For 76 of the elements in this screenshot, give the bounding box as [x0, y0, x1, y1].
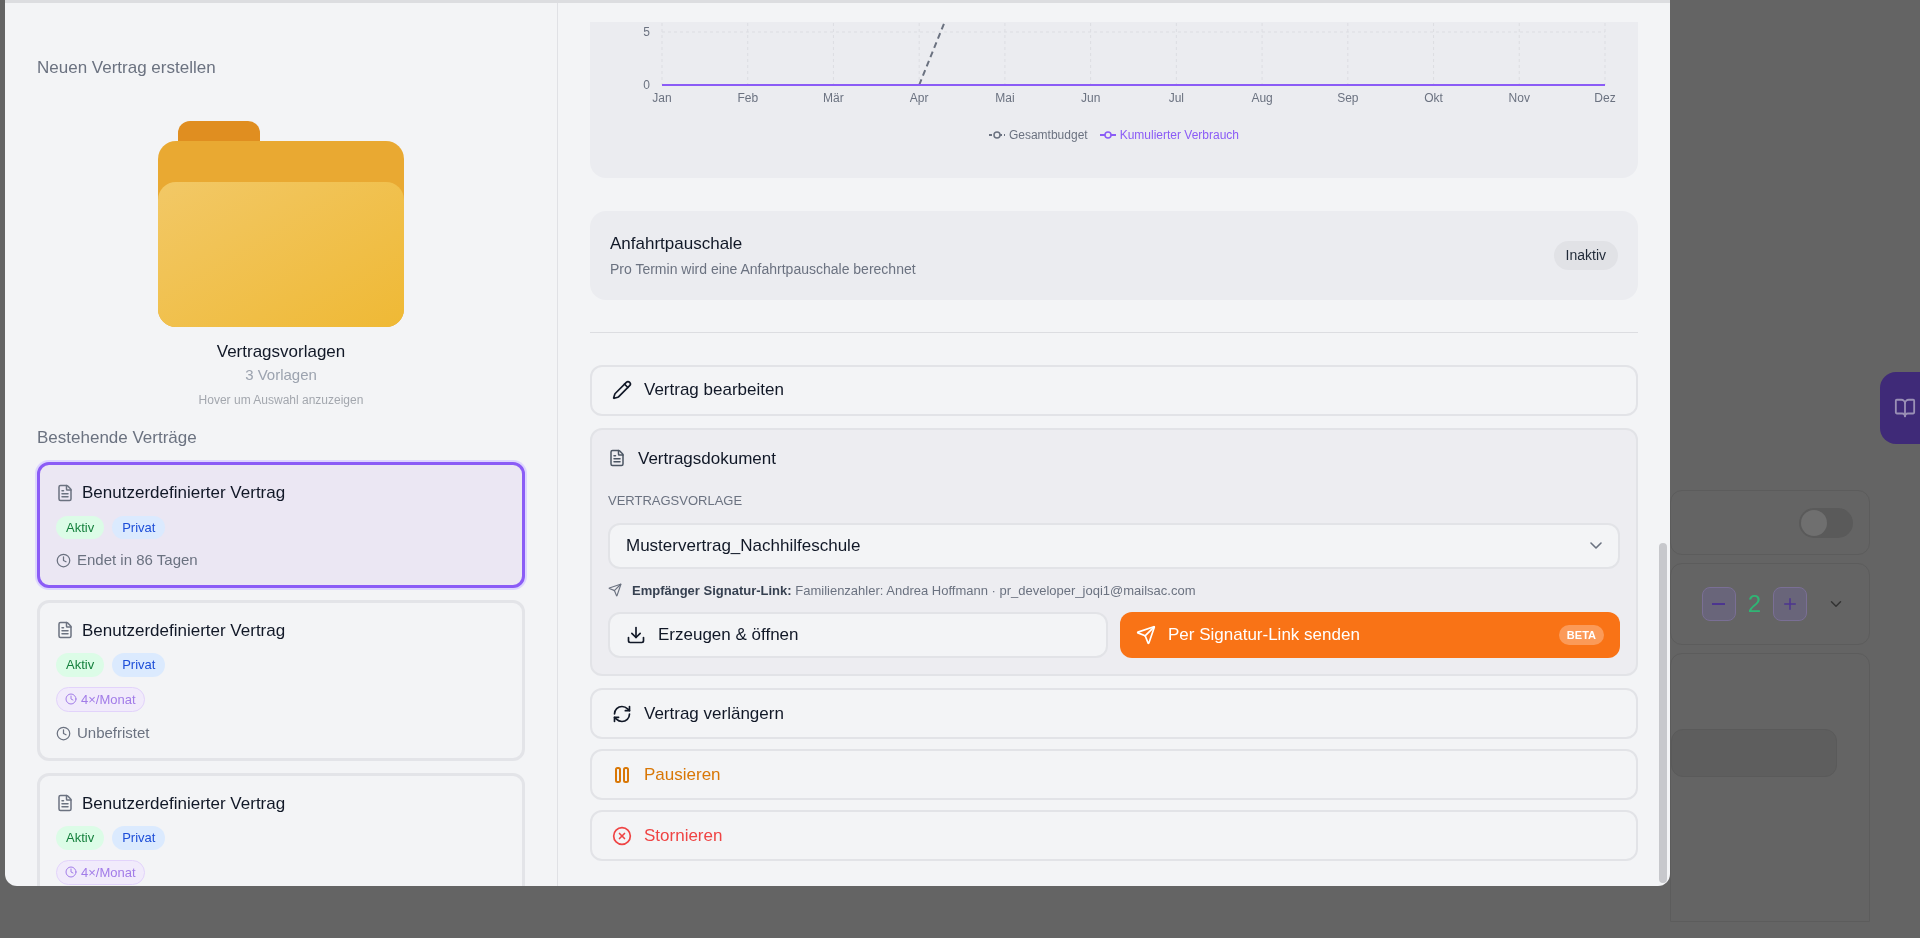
- duration-text: Unbefristet: [77, 723, 150, 743]
- tag: Privat: [112, 515, 166, 539]
- tag: Aktiv: [56, 826, 105, 850]
- y-tick-label: 0: [643, 78, 650, 92]
- x-tick-label: Apr: [909, 91, 929, 105]
- contract-title: Benutzerdefinierter Vertrag: [82, 482, 286, 504]
- section-heading: Neuen Vertrag erstellen: [37, 57, 217, 79]
- contract-title: Benutzerdefinierter Vertrag: [82, 792, 286, 815]
- clock-icon: [56, 725, 71, 741]
- legend-label[interactable]: Gesamtbudget: [1008, 126, 1088, 144]
- scrollbar-thumb[interactable]: [1659, 543, 1667, 883]
- document-icon: [56, 621, 74, 640]
- send-icon: [608, 583, 622, 598]
- document-icon: [56, 483, 74, 502]
- x-tick-label: Dez: [1594, 91, 1616, 105]
- frequency-tag: 4×/Monat: [56, 686, 145, 712]
- refresh-icon: [612, 703, 632, 724]
- minus-icon: [1712, 603, 1726, 605]
- duration-text: Endet in 86 Tagen: [77, 550, 198, 570]
- contract-card[interactable]: Benutzerdefinierter Vertrag Aktiv Privat Endet in 86 Tagen: [37, 462, 525, 588]
- folder-drawing[interactable]: [158, 120, 404, 327]
- stepper-value: 2: [1747, 589, 1761, 619]
- clock-icon: [65, 693, 77, 706]
- tag: Aktiv: [56, 515, 105, 539]
- contract-title: Benutzerdefinierter Vertrag: [82, 619, 286, 642]
- action-button[interactable]: Vertrag verlängern: [590, 688, 1638, 739]
- x-tick-label: Mai: [995, 91, 1015, 105]
- increment-button[interactable]: [1773, 587, 1807, 621]
- contract-card[interactable]: Benutzerdefinierter Vertrag Aktiv Privat 4×/Monat Unbefristet: [37, 599, 525, 761]
- input-field[interactable]: [1671, 729, 1837, 777]
- document-icon: [608, 449, 626, 468]
- panel-title: Anfahrtpauschale: [610, 233, 744, 255]
- book-tab-button[interactable]: [1880, 372, 1920, 444]
- chevron-down-icon: [1590, 542, 1602, 549]
- edit-contract-button[interactable]: Vertrag bearbeiten: [590, 364, 1638, 416]
- folder-title: Vertragsvorlagen: [216, 340, 346, 363]
- contract-card[interactable]: Benutzerdefinierter Vertrag Aktiv Privat 4×/Monat: [37, 772, 525, 886]
- decrement-button[interactable]: [1701, 587, 1736, 621]
- x-tick-label: Jan: [652, 91, 672, 105]
- template-count: 3 Vorlagen: [245, 365, 317, 385]
- pencil-icon: [612, 380, 632, 400]
- x-tick-label: Aug: [1251, 91, 1273, 105]
- clock-icon: [56, 552, 71, 568]
- pause-icon: [612, 764, 632, 785]
- template-select[interactable]: Mustervertrag_Nachhilfeschule: [608, 522, 1620, 569]
- field-label: VERTRAGSVORLAGE: [608, 492, 744, 510]
- send-icon: [1136, 625, 1156, 645]
- panel-title: Vertragsdokument: [638, 447, 776, 470]
- legend-label[interactable]: Kumulierter Verbrauch: [1119, 126, 1240, 144]
- tag: Aktiv: [56, 653, 105, 677]
- hover-hint: Hover um Auswahl anzuzeigen: [198, 391, 364, 409]
- panel-description: Pro Termin wird eine Anfahrtpauschale berechnet: [610, 259, 916, 279]
- tag: Privat: [112, 826, 166, 850]
- x-tick-label: Jun: [1080, 91, 1101, 105]
- document-icon: [56, 794, 74, 813]
- x-tick-label: Okt: [1424, 91, 1443, 105]
- tag: Privat: [112, 653, 166, 677]
- book-icon: [1894, 397, 1916, 419]
- x-tick-label: Sep: [1337, 91, 1359, 105]
- y-tick-label: 5: [643, 25, 650, 39]
- legend-marker-icon: [988, 131, 1005, 139]
- beta-badge: BETA: [1558, 624, 1604, 646]
- x-tick-label: Jul: [1168, 91, 1185, 105]
- recipient-text: Empfänger Signatur-Link: Familienzahler: Andrea Hoffmann · pr_developer_joqi1@mailsac.com: [632, 581, 1196, 600]
- plus-icon: [1781, 595, 1799, 613]
- section-heading: Bestehende Verträge: [37, 426, 198, 449]
- close-circle-icon: [612, 825, 632, 846]
- status-badge: Inaktiv: [1553, 240, 1618, 270]
- download-icon: [626, 625, 646, 645]
- x-tick-label: Mär: [823, 91, 844, 105]
- x-tick-label: Feb: [737, 91, 759, 105]
- clock-icon: [65, 866, 77, 879]
- legend-marker-icon: [1099, 131, 1116, 139]
- frequency-tag: 4×/Monat: [56, 859, 145, 885]
- x-tick-label: Nov: [1508, 91, 1530, 105]
- generate-open-button[interactable]: Erzeugen & öffnen: [608, 612, 1108, 658]
